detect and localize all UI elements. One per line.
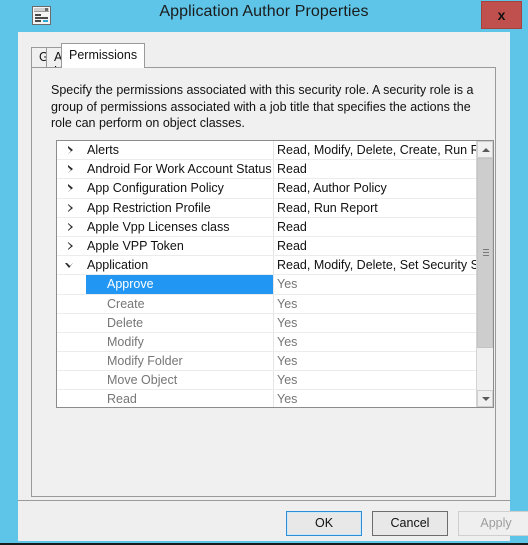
properties-dialog-window: Application Author Properties x GeneralA… [0, 0, 528, 545]
row-operations: Yes [277, 354, 298, 369]
table-row[interactable]: Apple Vpp Licenses class Read [57, 217, 477, 237]
close-button[interactable]: x [481, 1, 522, 29]
row-object-name: Android For Work Account Status [87, 162, 272, 177]
column-divider [273, 141, 274, 160]
column-divider [273, 371, 274, 390]
column-divider [273, 294, 274, 313]
column-divider [273, 198, 274, 217]
cancel-button[interactable]: Cancel [372, 511, 448, 536]
triangle-right-icon[interactable] [65, 145, 76, 156]
triangle-right-icon[interactable] [65, 241, 76, 252]
tab-permissions[interactable]: Permissions [61, 43, 146, 68]
dialog-client-area: GeneralAdministrative UsersPermissions S… [18, 32, 528, 541]
table-row[interactable]: Application Read, Modify, Delete, Set Sec… [57, 256, 479, 276]
row-object-name: Approve [107, 277, 154, 292]
column-divider [273, 256, 274, 275]
row-operations: Yes [277, 334, 298, 349]
row-object-name: Read [107, 392, 137, 407]
row-object-name: Modify [107, 334, 144, 349]
scrollbar-thumb[interactable] [477, 158, 493, 348]
triangle-right-icon[interactable] [65, 183, 76, 194]
row-operations: Read [277, 162, 307, 177]
permissions-description: Specify the permissions associated with … [51, 83, 474, 130]
dialog-button-bar: OK Cancel Apply [18, 506, 528, 541]
scroll-up-button[interactable] [477, 141, 493, 158]
row-operations: Read, Author Policy [277, 181, 387, 196]
button-bar-separator [18, 500, 510, 501]
chevron-down-icon [482, 397, 490, 402]
column-divider [273, 160, 274, 179]
row-operations: Read [277, 238, 307, 253]
chevron-up-icon [482, 148, 490, 153]
row-operations: Yes [277, 392, 298, 407]
window-title: Application Author Properties [159, 3, 369, 20]
row-operations: Read, Run Report [277, 200, 378, 215]
table-row[interactable]: Move Object Yes [57, 371, 477, 391]
table-row[interactable]: App Restriction Profile Read, Run Report [57, 198, 477, 218]
row-object-name: Create [107, 296, 145, 311]
tab-panel-permissions: Specify the permissions associated with … [31, 67, 496, 497]
triangle-right-icon[interactable] [65, 222, 76, 233]
title-bar[interactable]: Application Author Properties x [0, 0, 528, 32]
table-row[interactable]: Android For Work Account Status Read [57, 160, 477, 180]
row-operations: Read [277, 219, 307, 234]
table-row[interactable]: Approve Yes [57, 275, 477, 295]
column-divider [273, 390, 274, 407]
row-object-name: Application [87, 258, 149, 273]
column-divider [273, 313, 274, 332]
ok-button[interactable]: OK [286, 511, 362, 536]
table-row[interactable]: Modify Yes [57, 332, 477, 353]
triangle-right-icon[interactable] [65, 203, 76, 214]
row-operations: Yes [277, 373, 298, 388]
triangle-right-icon[interactable] [65, 164, 76, 175]
permissions-list-rows: Alerts Read, Modify, Delete, Create, Run … [57, 141, 479, 407]
row-object-name: App Configuration Policy [87, 181, 224, 196]
row-operations: Read, Modify, Delete, Set Security Scope… [277, 258, 479, 273]
table-row[interactable]: Create Yes [57, 294, 477, 314]
row-operations: Yes [277, 277, 298, 292]
table-row[interactable]: Apple VPP Token Read [57, 236, 477, 257]
vertical-scrollbar[interactable] [476, 141, 493, 407]
column-divider [273, 352, 274, 371]
row-operations: Yes [277, 315, 298, 330]
table-row[interactable]: Alerts Read, Modify, Delete, Create, Run … [57, 141, 479, 161]
row-object-name: Modify Folder [107, 354, 183, 369]
row-object-name: Apple VPP Token [87, 238, 184, 253]
permissions-list[interactable]: Alerts Read, Modify, Delete, Create, Run … [56, 140, 494, 408]
column-divider [273, 217, 274, 236]
row-object-name: Apple Vpp Licenses class [87, 219, 230, 234]
row-object-name: App Restriction Profile [87, 200, 211, 215]
triangle-down-icon[interactable] [65, 260, 76, 271]
row-object-name: Alerts [87, 143, 119, 157]
table-row[interactable]: Modify Folder Yes [57, 352, 477, 372]
row-operations: Read, Modify, Delete, Create, Run Report… [277, 143, 479, 157]
scroll-down-button[interactable] [477, 390, 493, 407]
table-row[interactable]: Delete Yes [57, 313, 477, 333]
scrollbar-grip-icon [483, 249, 489, 257]
table-row[interactable]: Read Yes [57, 390, 477, 407]
row-operations: Yes [277, 296, 298, 311]
row-object-name: Delete [107, 315, 144, 330]
column-divider [273, 179, 274, 198]
column-divider [273, 332, 274, 352]
row-object-name: Move Object [107, 373, 178, 388]
table-row[interactable]: App Configuration Policy Read, Author Pol… [57, 179, 477, 199]
apply-button[interactable]: Apply [458, 511, 528, 536]
column-divider [273, 236, 274, 256]
